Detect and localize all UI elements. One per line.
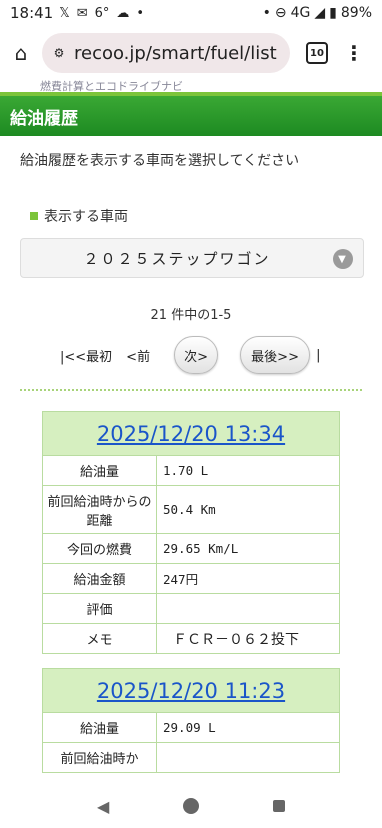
record-label: 給油量 xyxy=(42,455,157,486)
record-label: 今回の燃費 xyxy=(42,533,157,564)
vehicle-select[interactable]: ２０２５ステップワゴン ▼ xyxy=(20,238,364,278)
back-icon[interactable]: ◀ xyxy=(97,797,109,816)
record-date-cell: 2025/12/20 13:34 xyxy=(42,411,340,456)
record-value: 29.09 L xyxy=(156,712,340,743)
vehicle-selected-value: ２０２５ステップワゴン xyxy=(83,249,271,268)
record-value: 29.65 Km/L xyxy=(156,533,340,564)
page-title: 給油履歴 xyxy=(0,96,382,136)
page-content: 燃費計算とエコドライブナビ 給油履歴 給油履歴を表示する車両を選択してください … xyxy=(0,78,382,784)
record-date-link[interactable]: 2025/12/20 13:34 xyxy=(97,422,285,446)
instruction-text: 給油履歴を表示する車両を選択してください xyxy=(20,153,300,169)
dnd-icon: ⊖ xyxy=(274,5,287,21)
next-page-button[interactable]: 次> xyxy=(174,336,219,374)
x-icon: 𝕏 xyxy=(59,5,70,21)
pager-end-separator: | xyxy=(316,347,321,363)
weather-temp: 6° xyxy=(94,5,110,21)
url-bar[interactable]: ⚙ recoo.jp/smart/fuel/list xyxy=(42,33,290,73)
record-value: 247円 xyxy=(156,563,340,594)
vehicle-label: 表示する車両 xyxy=(0,206,382,226)
recents-icon[interactable] xyxy=(273,800,286,812)
fuel-record: 2025/12/20 11:23 給油量 29.09 L 前回給油時か xyxy=(42,668,340,773)
vehicle-label-text: 表示する車両 xyxy=(44,209,128,225)
battery-percent: 89% xyxy=(340,5,372,21)
url-text: recoo.jp/smart/fuel/list xyxy=(74,42,277,64)
record-label: 前回給油時か xyxy=(42,742,157,773)
record-label: 給油金額 xyxy=(42,563,157,594)
site-info-icon[interactable]: ⚙ xyxy=(50,44,68,62)
record-date-link[interactable]: 2025/12/20 11:23 xyxy=(97,679,285,703)
record-label: 給油量 xyxy=(42,712,157,743)
record-date-cell: 2025/12/20 11:23 xyxy=(42,668,340,713)
home-nav-icon[interactable] xyxy=(183,798,200,814)
pagination: |<<最初 <前 次> 最後>> | xyxy=(0,335,382,375)
record-value: ＦＣＲ－０６２投下 xyxy=(156,623,340,654)
bullet-icon xyxy=(30,212,38,220)
battery-icon: ▮ xyxy=(329,5,337,21)
browser-toolbar: ⌂ ⚙ recoo.jp/smart/fuel/list 10 ⋮ xyxy=(0,28,382,78)
system-nav-bar: ◀ xyxy=(0,784,382,828)
record-value: 1.70 L xyxy=(156,455,340,486)
record-label: 評価 xyxy=(42,593,157,624)
menu-icon[interactable]: ⋮ xyxy=(344,41,364,65)
record-label: メモ xyxy=(42,623,157,654)
dot-icon: • xyxy=(262,5,271,21)
record-value xyxy=(156,593,340,624)
status-bar: 18:41 𝕏 ✉ 6° ☁ • • ⊖ 4G ◢ ▮ 89% xyxy=(0,0,382,26)
chevron-down-icon: ▼ xyxy=(333,249,353,269)
result-count: 21 件中の1-5 xyxy=(150,308,232,323)
weather-icon: ☁ xyxy=(116,5,130,21)
status-time: 18:41 xyxy=(10,4,54,22)
site-banner: 燃費計算とエコドライブナビ xyxy=(0,78,382,96)
fuel-record: 2025/12/20 13:34 給油量 1.70 L 前回給油時からの距離 5… xyxy=(42,411,340,654)
signal-icon: ◢ xyxy=(314,5,326,21)
tab-switcher-button[interactable]: 10 xyxy=(306,42,328,64)
record-value: 50.4 Km xyxy=(156,485,340,534)
network-type: 4G xyxy=(290,5,311,21)
record-value xyxy=(156,742,340,773)
divider xyxy=(20,389,362,391)
last-page-button[interactable]: 最後>> xyxy=(240,336,311,374)
first-page-link[interactable]: |<<最初 xyxy=(60,346,112,365)
mail-icon: ✉ xyxy=(76,5,88,21)
home-icon[interactable]: ⌂ xyxy=(4,36,38,70)
record-label: 前回給油時からの距離 xyxy=(42,485,157,534)
dot-icon: • xyxy=(136,5,145,21)
prev-page-link[interactable]: <前 xyxy=(126,346,150,365)
